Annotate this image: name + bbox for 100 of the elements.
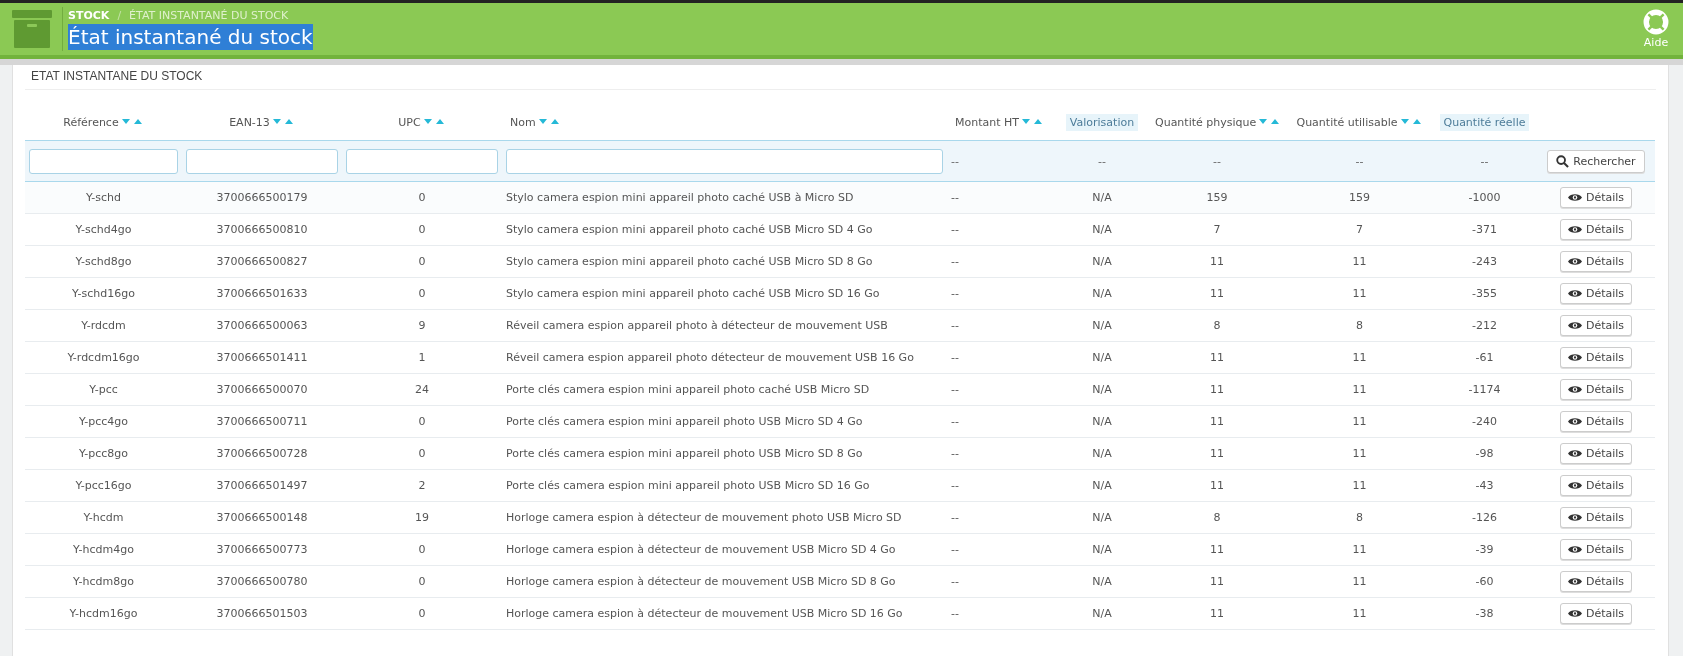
table-cell: -- xyxy=(951,415,959,428)
table-cell: -38 xyxy=(1475,607,1494,620)
table-cell: 0 xyxy=(418,543,426,556)
table-cell: Horloge camera espion à détecteur de mouvement USB Micro SD 8 Go xyxy=(506,575,896,588)
sort-arrows-icon[interactable] xyxy=(1259,118,1282,126)
empty-filter-field: -- xyxy=(1213,154,1221,168)
sort-arrows-icon[interactable] xyxy=(538,118,561,126)
table-cell: 11 xyxy=(1352,575,1367,588)
table-cell: 8 xyxy=(1213,511,1221,524)
details-button[interactable]: Détails xyxy=(1559,603,1633,624)
table-cell: Y-pcc16go xyxy=(75,479,132,492)
table-cell: Y-rdcdm16go xyxy=(67,351,140,364)
table-cell: 0 xyxy=(418,447,426,460)
details-button[interactable]: Détails xyxy=(1559,475,1633,496)
details-button[interactable]: Détails xyxy=(1559,251,1633,272)
column-header[interactable]: EAN-13 xyxy=(225,113,299,131)
table-cell: 3700666500773 xyxy=(216,543,308,556)
details-button[interactable]: Détails xyxy=(1559,219,1633,240)
table-cell: 0 xyxy=(418,191,426,204)
details-button[interactable]: Détails xyxy=(1559,507,1633,528)
table-cell: 11 xyxy=(1210,447,1224,460)
sort-arrows-icon[interactable] xyxy=(121,118,144,126)
table-cell: 11 xyxy=(1210,351,1224,364)
table-cell: 3700666500728 xyxy=(216,447,308,460)
column-header[interactable]: Nom xyxy=(506,113,565,131)
table-cell: Réveil camera espion appareil photo à détecteur de mouvement USB xyxy=(506,319,888,332)
table-cell: Porte clés camera espion mini appareil photo caché USB Micro SD xyxy=(506,383,870,396)
sort-arrows-icon[interactable] xyxy=(272,118,295,126)
table-cell: 7 xyxy=(1356,223,1363,236)
eye-icon xyxy=(1567,257,1582,266)
column-header[interactable]: Référence xyxy=(59,113,148,131)
table-cell: 3700666500148 xyxy=(216,511,308,524)
column-header[interactable]: Montant HT xyxy=(951,113,1049,131)
details-button[interactable]: Détails xyxy=(1559,443,1633,464)
table-cell: -- xyxy=(951,287,959,300)
eye-icon xyxy=(1567,449,1582,458)
sort-arrows-icon[interactable] xyxy=(1022,118,1045,126)
filter-field[interactable] xyxy=(29,148,178,174)
sort-arrows-icon[interactable] xyxy=(1400,118,1423,126)
eye-icon xyxy=(1567,225,1582,234)
panel-title: ETAT INSTANTANE DU STOCK xyxy=(25,69,1656,90)
empty-filter-field: -- xyxy=(1355,154,1364,168)
column-header: Quantité réelle xyxy=(1439,113,1530,131)
table-cell: Y-pcc4go xyxy=(78,415,129,428)
table-cell: 2 xyxy=(418,479,426,492)
sort-arrows-icon[interactable] xyxy=(423,118,446,126)
eye-icon xyxy=(1567,609,1582,618)
details-button[interactable]: Détails xyxy=(1559,379,1633,400)
archive-box-icon xyxy=(12,10,52,48)
filter-field[interactable] xyxy=(346,148,498,174)
table-cell: Y-rdcdm xyxy=(81,319,126,332)
details-button[interactable]: Détails xyxy=(1559,315,1633,336)
details-button[interactable]: Détails xyxy=(1559,539,1633,560)
table-cell: 3700666501411 xyxy=(216,351,308,364)
eye-icon xyxy=(1567,481,1582,490)
filter-field[interactable] xyxy=(506,148,943,174)
table-cell: 11 xyxy=(1352,351,1367,364)
table-cell: Stylo camera espion mini appareil photo caché USB Micro SD 4 Go xyxy=(506,223,873,236)
table-cell: 11 xyxy=(1352,479,1367,492)
table-cell: -98 xyxy=(1475,447,1494,460)
table-cell: 11 xyxy=(1352,607,1367,620)
table-cell: N/A xyxy=(1092,607,1112,620)
search-button[interactable]: Rechercher xyxy=(1547,149,1645,173)
table-cell: Y-pcc8go xyxy=(78,447,129,460)
table-cell: 0 xyxy=(418,255,426,268)
table-cell: -- xyxy=(951,319,959,332)
table-cell: -- xyxy=(951,607,959,620)
table-cell: Porte clés camera espion mini appareil photo USB Micro SD 8 Go xyxy=(506,447,863,460)
table-cell: -60 xyxy=(1475,575,1494,588)
table-cell: 3700666500063 xyxy=(216,319,308,332)
eye-icon xyxy=(1567,545,1582,554)
details-button[interactable]: Détails xyxy=(1559,347,1633,368)
table-cell: -1174 xyxy=(1468,383,1501,396)
table-cell: 11 xyxy=(1210,383,1224,396)
table-cell: N/A xyxy=(1092,255,1112,268)
table-cell: 8 xyxy=(1356,511,1363,524)
eye-icon xyxy=(1567,193,1582,202)
table-cell: -- xyxy=(951,191,959,204)
table-cell: 3700666501633 xyxy=(216,287,308,300)
table-cell: N/A xyxy=(1092,415,1112,428)
column-header[interactable]: Quantité utilisable xyxy=(1292,113,1427,131)
column-header[interactable]: Quantité physique xyxy=(1151,113,1286,131)
filter-field[interactable] xyxy=(186,148,338,174)
table-cell: -212 xyxy=(1472,319,1497,332)
table-cell: -61 xyxy=(1475,351,1494,364)
table-cell: Y-hcdm4go xyxy=(73,543,134,556)
details-button[interactable]: Détails xyxy=(1559,411,1633,432)
table-cell: 0 xyxy=(418,575,426,588)
table-cell: -355 xyxy=(1472,287,1497,300)
table-cell: 24 xyxy=(415,383,429,396)
table-cell: -- xyxy=(951,223,959,236)
table-cell: 11 xyxy=(1210,575,1224,588)
details-button[interactable]: Détails xyxy=(1559,283,1633,304)
table-cell: 11 xyxy=(1352,255,1367,268)
eye-icon xyxy=(1567,513,1582,522)
table-cell: 159 xyxy=(1349,191,1370,204)
column-header[interactable]: UPC xyxy=(394,113,450,131)
table-cell: Y-schd xyxy=(85,191,122,204)
details-button[interactable]: Détails xyxy=(1559,571,1633,592)
details-button[interactable]: Détails xyxy=(1559,187,1633,208)
